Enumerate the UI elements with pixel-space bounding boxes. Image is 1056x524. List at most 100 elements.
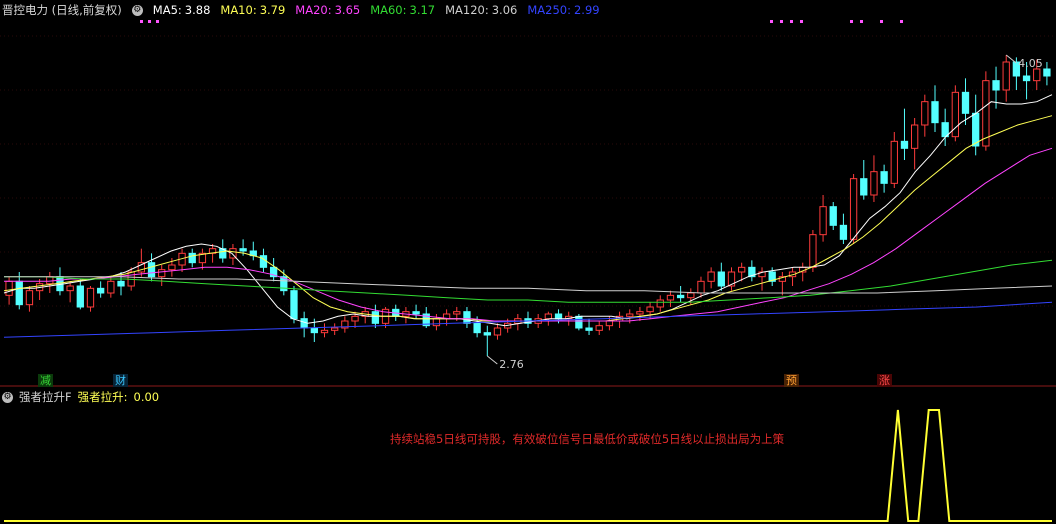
- candle-body: [982, 80, 990, 147]
- candle-body: [66, 285, 74, 292]
- candle-body: [870, 171, 878, 196]
- low-pointer: [486, 355, 498, 365]
- settings-icon[interactable]: ⚙: [131, 4, 143, 16]
- candle-body: [463, 311, 471, 324]
- candle-body: [707, 271, 715, 282]
- high-price-label: 4.05: [1018, 57, 1043, 70]
- candle-body: [717, 271, 725, 287]
- ma-legend: 晋控电力 (日线,前复权) ⚙ MA5: 3.88 MA10: 3.79 MA20:…: [2, 2, 600, 18]
- indicator-value-label: 强者拉升:: [77, 390, 128, 404]
- candle-body: [310, 327, 318, 334]
- signal-dot: [850, 20, 853, 23]
- candle-body: [666, 294, 675, 301]
- candle-body: [239, 248, 247, 252]
- signal-dot: [140, 20, 143, 23]
- stock-title[interactable]: 晋控电力 (日线,前复权): [2, 2, 122, 18]
- candle-body: [412, 311, 420, 315]
- ma-line-ma5: [3, 94, 1053, 327]
- candle-body: [188, 252, 196, 264]
- signal-dot: [148, 20, 151, 23]
- ma5-legend: MA5: 3.88: [152, 3, 211, 17]
- candle-body: [900, 140, 909, 149]
- candle-body: [931, 101, 939, 124]
- candle-body: [646, 306, 654, 313]
- candle-body: [117, 280, 125, 287]
- candle-body: [605, 320, 614, 327]
- ma10-legend: MA10: 3.79: [220, 3, 286, 17]
- candle-body: [910, 124, 919, 149]
- candle-body: [483, 332, 491, 336]
- candle-body: [86, 287, 95, 308]
- candle-body: [493, 327, 502, 336]
- signal-dot: [780, 20, 783, 23]
- candle-body: [687, 292, 695, 299]
- signal-dot: [156, 20, 159, 23]
- signal-jian: 减: [38, 374, 53, 387]
- candle-body: [697, 280, 705, 294]
- indicator-legend: ⚙ 强者拉升F 强者拉升: 0.00: [2, 389, 159, 405]
- candle-body: [371, 311, 380, 324]
- signal-dot: [790, 20, 793, 23]
- candle-body: [331, 327, 339, 331]
- candle-body: [5, 280, 13, 296]
- candle-body: [554, 313, 563, 320]
- candle-body: [473, 322, 481, 334]
- signal-cai: 财: [113, 374, 128, 387]
- chart-container: 4.05 2.76 晋控电力 (日线,前复权) ⚙ MA5: 3.88 MA10: 3…: [0, 0, 1056, 524]
- strategy-note: 持续站稳5日线可持股，有效破位信号日最低价或破位5日线以止损出局为上策: [390, 432, 785, 446]
- candle-body: [972, 112, 980, 147]
- candle-body: [626, 313, 634, 317]
- candle-body: [320, 329, 329, 334]
- signal-dot: [880, 20, 883, 23]
- candle-body: [961, 91, 970, 114]
- candle-body: [575, 315, 583, 329]
- candle-body: [1002, 61, 1010, 91]
- candle-body: [860, 178, 868, 196]
- signal-dot: [770, 20, 773, 23]
- candle-body: [738, 266, 746, 273]
- candle-body: [819, 206, 827, 236]
- candle-body: [1033, 68, 1041, 82]
- low-price-label: 2.76: [499, 358, 524, 371]
- ma-line-ma60: [4, 259, 1053, 303]
- candle-body: [595, 325, 603, 331]
- candle-body: [585, 327, 593, 331]
- signal-yu: 预: [784, 374, 799, 387]
- candle-body: [656, 299, 664, 308]
- indicator-settings-icon[interactable]: ⚙: [2, 391, 13, 403]
- candle-body: [849, 178, 858, 240]
- candle-body: [636, 311, 644, 315]
- ma250-legend: MA250: 2.99: [527, 3, 600, 17]
- candle-body: [453, 311, 461, 315]
- ma60-legend: MA60: 3.17: [370, 3, 436, 17]
- candle-body: [432, 318, 441, 327]
- candle-body: [880, 171, 888, 184]
- signal-dot: [860, 20, 863, 23]
- candle-body: [890, 140, 898, 184]
- candle-body: [921, 101, 929, 126]
- ma120-legend: MA120: 3.06: [445, 3, 518, 17]
- signal-dot: [900, 20, 903, 23]
- candle-body: [158, 269, 166, 278]
- candle-body: [147, 262, 156, 278]
- candle-body: [1043, 68, 1051, 77]
- candle-body: [76, 285, 84, 308]
- indicator-line: [4, 409, 1052, 522]
- indicator-name[interactable]: 强者拉升F: [19, 389, 72, 405]
- candle-body: [809, 234, 817, 268]
- candle-body: [544, 313, 553, 320]
- signal-dot: [800, 20, 803, 23]
- candle-body: [15, 280, 23, 306]
- candle-body: [992, 80, 1000, 91]
- candle-body: [97, 287, 105, 294]
- candle-body: [290, 290, 298, 320]
- candle-body: [676, 294, 685, 299]
- candle-body: [1022, 75, 1031, 82]
- candle-body: [107, 280, 115, 294]
- candle-body: [829, 206, 837, 226]
- candle-body: [351, 315, 359, 322]
- ma20-legend: MA20: 3.65: [295, 3, 361, 17]
- indicator-value: 0.00: [133, 390, 160, 404]
- candle-body: [25, 290, 34, 306]
- candle-body: [168, 264, 176, 271]
